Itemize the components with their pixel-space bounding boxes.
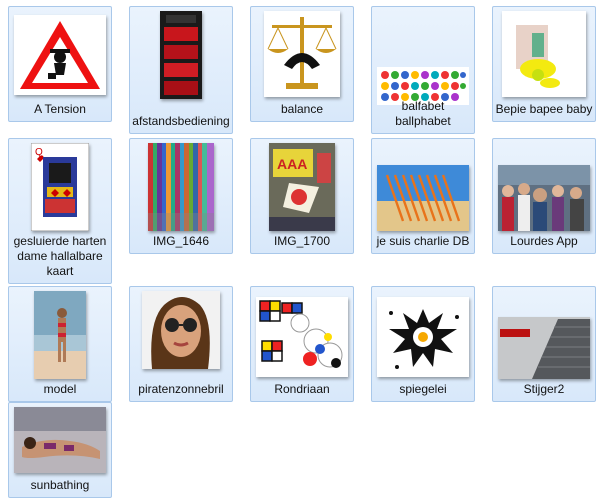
file-item-afstandsbediening[interactable]: afstandsbediening	[129, 6, 233, 134]
file-item-balance[interactable]: balance	[250, 6, 354, 122]
file-name: je suis charlie DB	[376, 234, 470, 248]
file-item-bepie-bapee-baby[interactable]: Bepie bapee baby	[492, 6, 596, 122]
file-item-balfabet-ballphabet[interactable]: balfabet ballphabet	[371, 6, 475, 134]
mondrian-circles-image	[256, 297, 348, 377]
beach-model-photo	[34, 291, 86, 379]
file-item-gesluierde-harten-dame[interactable]: Q gesluierde harten dame hallalbare kaar…	[8, 138, 112, 284]
file-item-a-tension[interactable]: A Tension	[8, 6, 112, 122]
crowd-photo	[498, 165, 590, 231]
file-name: IMG_1646	[152, 234, 210, 248]
file-item-spiegelei[interactable]: spiegelei	[371, 286, 475, 402]
file-item-je-suis-charlie-db[interactable]: je suis charlie DB	[371, 138, 475, 254]
file-item-stijger2[interactable]: Stijger2	[492, 286, 596, 402]
file-thumbnail-view: A Tension afstandsbediening balance balf…	[0, 0, 603, 501]
svg-text:AAA: AAA	[277, 156, 307, 172]
file-item-lourdes-app[interactable]: Lourdes App	[492, 138, 596, 254]
balance-scale-image	[264, 11, 340, 97]
file-name: afstandsbediening	[132, 114, 230, 128]
file-name: spiegelei	[399, 382, 447, 396]
file-name: Stijger2	[523, 382, 565, 396]
file-name: balfabet ballphabet	[395, 99, 451, 128]
file-name: Bepie bapee baby	[495, 102, 593, 116]
file-item-img-1700[interactable]: AAA IMG_1700	[250, 138, 354, 254]
remote-control-image	[160, 11, 202, 99]
file-name: Rondriaan	[274, 382, 330, 396]
file-name: sunbathing	[30, 478, 90, 492]
baby-figure-image	[502, 11, 586, 97]
file-item-sunbathing[interactable]: sunbathing	[8, 402, 112, 498]
playing-card-image: Q	[31, 143, 89, 231]
file-name: gesluierde harten dame hallalbare kaart	[13, 234, 107, 278]
sunglasses-portrait-photo	[142, 291, 220, 369]
file-name: piratenzonnebril	[138, 382, 224, 396]
comic-collage-photo: AAA	[269, 143, 335, 231]
skyscraper-photo	[498, 317, 590, 379]
file-item-rondriaan[interactable]: Rondriaan	[250, 286, 354, 402]
file-item-model[interactable]: model	[8, 286, 112, 402]
file-name: model	[43, 382, 77, 396]
colored-strips-photo	[148, 143, 214, 231]
file-name: A Tension	[34, 102, 86, 116]
file-name: Lourdes App	[510, 234, 578, 248]
fried-egg-splash-image	[377, 297, 469, 377]
file-item-img-1646[interactable]: IMG_1646	[129, 138, 233, 254]
file-name: balance	[280, 102, 324, 116]
warning-sign-icon	[14, 15, 106, 95]
file-item-piratenzonnebril[interactable]: piratenzonnebril	[129, 286, 233, 402]
sunbathing-photo	[14, 407, 106, 473]
pencils-image	[377, 165, 469, 231]
file-name: IMG_1700	[273, 234, 331, 248]
